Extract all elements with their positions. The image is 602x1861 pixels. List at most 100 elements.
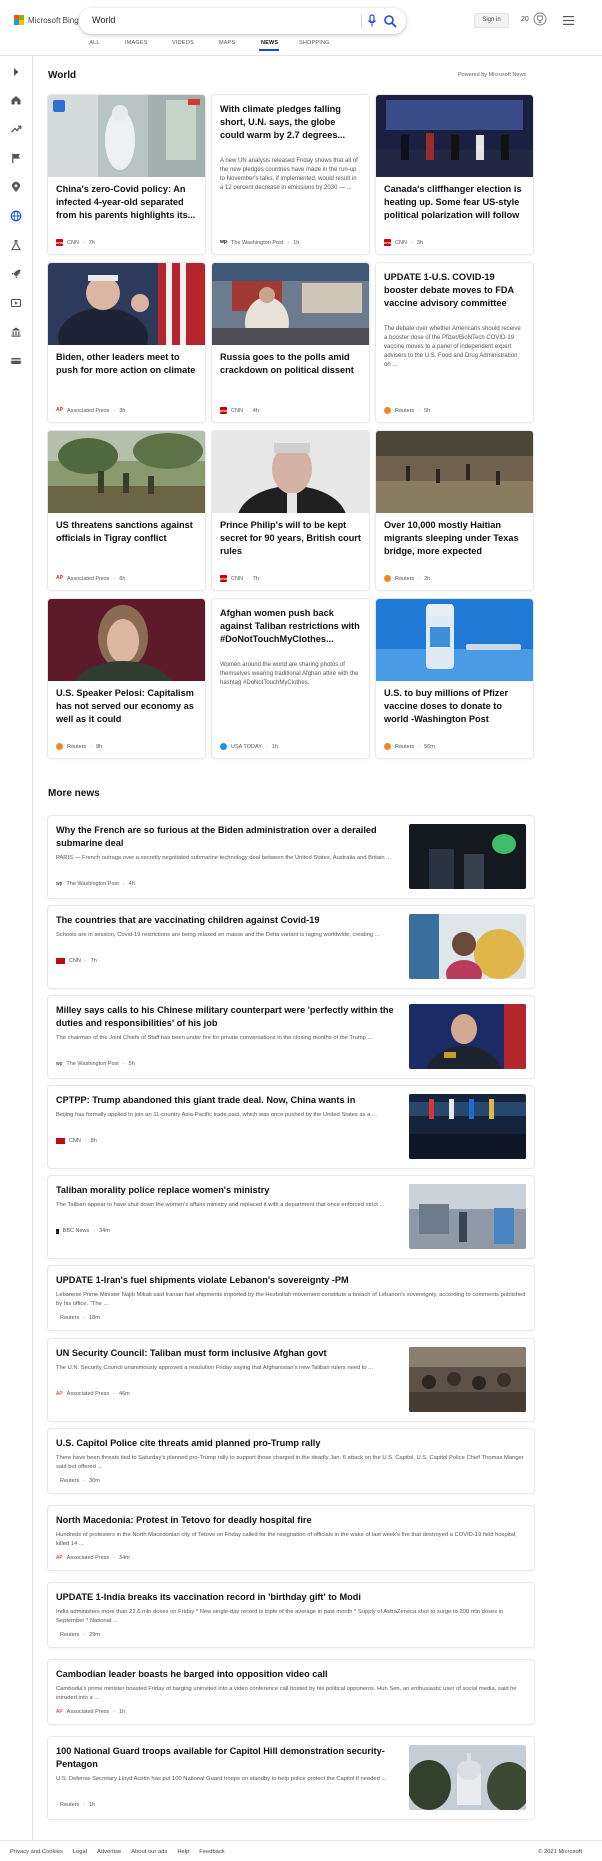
news-card[interactable]: Canada's cliffhanger election is heating… [376,95,533,254]
menu-icon[interactable] [563,16,574,25]
entertainment-icon[interactable] [10,297,22,309]
news-list-item[interactable]: North Macedonia: Protest in Tetovo for d… [48,1506,534,1570]
news-item-title[interactable]: U.S. Capitol Police cite threats amid pl… [56,1437,526,1450]
card-title[interactable]: China's zero-Covid policy: An infected 4… [56,183,197,222]
footer-link-about-ads[interactable]: About our ads [131,1849,167,1855]
card-title[interactable]: U.S. to buy millions of Pfizer vaccine d… [384,687,525,726]
card-title[interactable]: Prince Philip's will to be kept secret f… [220,519,361,558]
news-item-title[interactable]: Why the French are so furious at the Bid… [56,824,396,850]
capitol-building-image [409,1745,526,1810]
news-card[interactable]: Afghan women push back against Taliban r… [212,599,369,758]
news-card[interactable]: Russia goes to the polls amid crackdown … [212,263,369,422]
news-item-source: Reuters · 30m [60,1478,100,1484]
card-title[interactable]: Canada's cliffhanger election is heating… [384,183,525,222]
source-time: 4h [128,881,135,887]
crowd-street-image [409,1347,526,1412]
news-item-source: AP Associated Press · 46m [56,1391,130,1397]
source-name: Reuters [67,743,87,750]
source-time: 6h [119,575,126,582]
news-item-title[interactable]: The countries that are vaccinating child… [56,914,396,927]
source-time: 29m [89,1632,100,1638]
news-list-item[interactable]: The countries that are vaccinating child… [48,906,534,988]
card-title[interactable]: UPDATE 1-U.S. COVID-19 booster debate mo… [384,271,525,310]
card-source: wp The Washington Post · 1h [220,239,300,246]
biden-image [48,263,205,345]
footer-link-privacy[interactable]: Privacy and Cookies [10,1849,63,1855]
tab-images[interactable]: IMAGES [125,40,147,51]
trending-icon[interactable] [10,123,22,135]
globe-icon[interactable] [10,210,22,222]
footer-link-legal[interactable]: Legal [73,1849,87,1855]
search-icon[interactable] [383,14,397,28]
source-name: Associated Press [67,407,110,414]
news-list-item[interactable]: Taliban morality police replace women's … [48,1176,534,1258]
card-title[interactable]: Afghan women push back against Taliban r… [220,607,361,646]
news-card[interactable]: US threatens sanctions against officials… [48,431,205,590]
news-card[interactable]: China's zero-Covid policy: An infected 4… [48,95,205,254]
news-card[interactable]: UPDATE 1-U.S. COVID-19 booster debate mo… [376,263,533,422]
news-card[interactable]: With climate pledges falling short, U.N.… [212,95,369,254]
card-title[interactable]: Russia goes to the polls amid crackdown … [220,351,361,377]
card-title[interactable]: US threatens sanctions against officials… [56,519,197,545]
card-title[interactable]: With climate pledges falling short, U.N.… [220,103,361,142]
news-item-title[interactable]: 100 National Guard troops available for … [56,1745,396,1771]
news-card[interactable]: U.S. Speaker Pelosi: Capitalism has not … [48,599,205,758]
bing-logo[interactable]: Microsoft Bing [14,15,79,25]
news-item-title[interactable]: Taliban morality police replace women's … [56,1184,396,1197]
rewards-trophy-icon[interactable] [533,12,547,26]
news-item-title[interactable]: UPDATE 1-India breaks its vaccination re… [56,1591,526,1604]
card-title[interactable]: Over 10,000 mostly Haitian migrants slee… [384,519,525,558]
news-list-item[interactable]: Why the French are so furious at the Bid… [48,816,534,898]
search-box[interactable]: World [79,8,406,34]
news-item-source: AP Associated Press · 1h [56,1709,126,1715]
news-card[interactable]: Prince Philip's will to be kept secret f… [212,431,369,590]
search-input[interactable]: World [92,15,115,25]
microphone-icon[interactable] [367,14,377,28]
tab-shopping[interactable]: SHOPPING [299,40,329,51]
politics-icon[interactable] [10,326,22,338]
tab-all[interactable]: ALL [89,40,100,51]
rocket-icon[interactable] [10,268,22,280]
source-time: 2h [424,575,431,582]
source-time: 7h [88,239,95,246]
expand-icon[interactable] [10,66,22,78]
news-item-title[interactable]: CPTPP: Trump abandoned this giant trade … [56,1094,396,1107]
news-item-title[interactable]: UPDATE 1-Iran's fuel shipments violate L… [56,1274,526,1287]
news-list-item[interactable]: CPTPP: Trump abandoned this giant trade … [48,1086,534,1168]
location-icon[interactable] [10,181,22,193]
card-title[interactable]: Biden, other leaders meet to push for mo… [56,351,197,377]
prince-philip-image [212,431,369,513]
news-card[interactable]: Over 10,000 mostly Haitian migrants slee… [376,431,533,590]
footer-link-advertise[interactable]: Advertise [97,1849,121,1855]
tab-news[interactable]: NEWS [259,40,279,51]
news-item-snippet: Beijing has formally applied to join an … [56,1112,377,1118]
news-list-item[interactable]: U.S. Capitol Police cite threats amid pl… [48,1429,534,1493]
tab-videos[interactable]: VIDEOS [172,40,194,51]
card-title[interactable]: U.S. Speaker Pelosi: Capitalism has not … [56,687,197,726]
news-item-title[interactable]: Cambodian leader boasts he barged into o… [56,1668,526,1681]
news-item-title[interactable]: Milley says calls to his Chinese militar… [56,1004,396,1030]
footer-link-feedback[interactable]: Feedback [199,1849,224,1855]
news-card[interactable]: Biden, other leaders meet to push for mo… [48,263,205,422]
science-icon[interactable] [10,239,22,251]
rewards-points[interactable]: 20 [521,16,529,23]
source-time: 1h [271,743,278,750]
flag-icon[interactable] [10,152,22,164]
kabul-street-image [409,1184,526,1249]
news-item-snippet: The Taliban appear to have shut down the… [56,1202,385,1208]
news-list-item[interactable]: Cambodian leader boasts he barged into o… [48,1660,534,1724]
home-icon[interactable] [10,94,22,106]
sign-in-button[interactable]: Sign in [474,13,509,28]
news-list-item[interactable]: 100 National Guard troops available for … [48,1737,534,1819]
money-icon[interactable] [10,355,22,367]
news-list-item[interactable]: Milley says calls to his Chinese militar… [48,996,534,1078]
news-list-item[interactable]: UN Security Council: Taliban must form i… [48,1339,534,1421]
footer-link-help[interactable]: Help [177,1849,189,1855]
news-list-item[interactable]: UPDATE 1-India breaks its vaccination re… [48,1583,534,1647]
pelosi-image [48,599,205,681]
news-list-item[interactable]: UPDATE 1-Iran's fuel shipments violate L… [48,1266,534,1330]
news-item-title[interactable]: UN Security Council: Taliban must form i… [56,1347,396,1360]
news-item-title[interactable]: North Macedonia: Protest in Tetovo for d… [56,1514,526,1527]
tab-maps[interactable]: MAPS [219,40,235,51]
news-card[interactable]: U.S. to buy millions of Pfizer vaccine d… [376,599,533,758]
